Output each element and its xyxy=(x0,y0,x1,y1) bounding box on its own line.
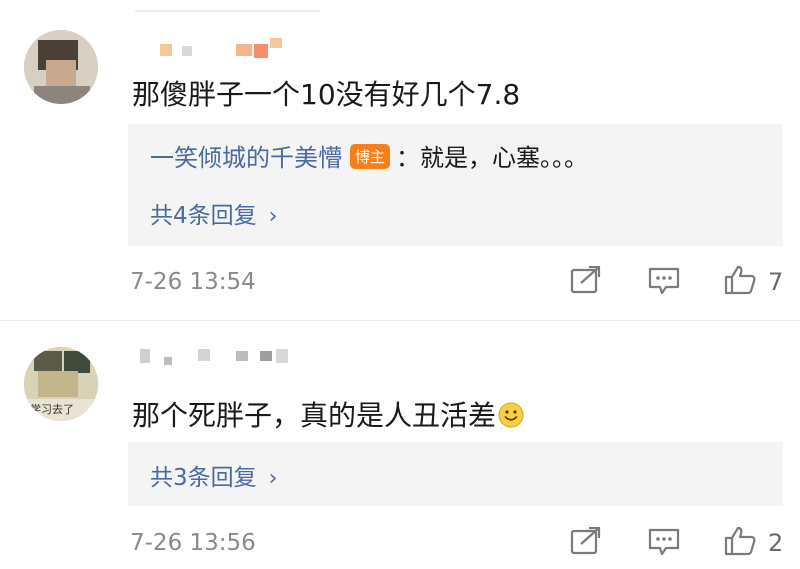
share-icon[interactable] xyxy=(569,527,603,557)
more-replies-label: 共3条回复 xyxy=(150,465,257,491)
reply-author[interactable]: 一笑倾城的千美懵 xyxy=(150,144,342,172)
more-replies-link[interactable]: 共3条回复 › xyxy=(150,458,277,492)
comment-icon[interactable] xyxy=(647,266,681,296)
username-blurred[interactable] xyxy=(136,36,336,58)
avatar[interactable]: 学习去了 xyxy=(24,347,98,421)
share-icon[interactable] xyxy=(569,266,603,296)
comment-text: 那个死胖子，真的是人丑活差 xyxy=(132,394,524,434)
timestamp: 7-26 13:56 xyxy=(130,530,256,556)
like-count: 7 xyxy=(768,268,784,296)
timestamp: 7-26 13:54 xyxy=(130,269,256,295)
more-replies-label: 共4条回复 xyxy=(150,203,257,229)
comment-text: 那傻胖子一个10没有好几个7.8 xyxy=(132,78,521,111)
like-icon[interactable] xyxy=(723,265,757,295)
blogger-badge: 博主 xyxy=(350,144,391,169)
comment-text-content: 那个死胖子，真的是人丑活差 xyxy=(132,399,497,432)
smiley-emoji xyxy=(498,402,524,428)
reply-box[interactable]: 共3条回复 › xyxy=(128,442,783,506)
comment-divider xyxy=(0,320,800,321)
username-blurred[interactable] xyxy=(136,347,336,369)
avatar-text: 学习去了 xyxy=(30,403,74,416)
top-divider xyxy=(135,10,320,12)
comment-icon[interactable] xyxy=(647,527,681,557)
like-count: 2 xyxy=(768,529,784,557)
chevron-right-icon: › xyxy=(268,466,278,491)
reply-text: ：就是，心塞。。。 xyxy=(396,144,589,172)
like-icon[interactable] xyxy=(723,526,757,556)
reply-box[interactable]: 一笑倾城的千美懵 博主 ：就是，心塞。。。 共4条回复 › xyxy=(128,124,783,246)
more-replies-link[interactable]: 共4条回复 › xyxy=(150,196,277,230)
reply-line: 一笑倾城的千美懵 博主 ：就是，心塞。。。 xyxy=(150,138,588,173)
chevron-right-icon: › xyxy=(268,204,278,229)
avatar[interactable] xyxy=(24,30,98,104)
